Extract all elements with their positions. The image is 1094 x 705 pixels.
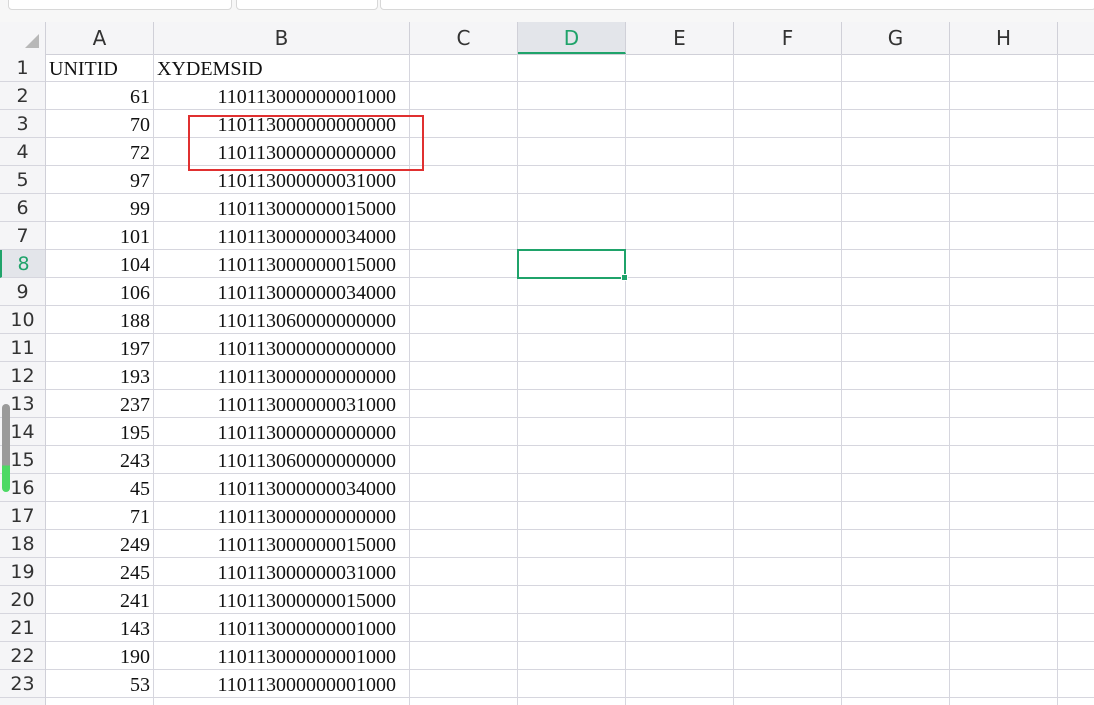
top-toolbar-strip — [0, 0, 1094, 23]
vertical-scrollbar-thumb[interactable] — [2, 404, 10, 492]
row-header-bar: 1 2 3 4 5 6 7 8 9 10 11 12 13 14 15 16 17 18 19 20 21 22 23 — [0, 54, 46, 705]
row-header-7[interactable]: 7 — [0, 222, 45, 250]
cell-b13[interactable]: 110113000000031000 — [154, 390, 400, 418]
row-header-3[interactable]: 3 — [0, 110, 45, 138]
cell-b9[interactable]: 110113000000034000 — [154, 278, 400, 306]
column-header-b[interactable]: B — [154, 22, 410, 54]
cell-a17[interactable]: 71 — [46, 502, 154, 530]
select-all-triangle-icon — [25, 34, 39, 48]
cell-b7[interactable]: 110113000000034000 — [154, 222, 400, 250]
cell-b11[interactable]: 110113000000000000 — [154, 334, 400, 362]
cell-a8[interactable]: 104 — [46, 250, 154, 278]
highlight-annotation-box — [188, 115, 424, 171]
row-header-4[interactable]: 4 — [0, 138, 45, 166]
row-header-20[interactable]: 20 — [0, 586, 45, 614]
row-header-21[interactable]: 21 — [0, 614, 45, 642]
column-header-f[interactable]: F — [734, 22, 842, 54]
cell-b16[interactable]: 110113000000034000 — [154, 474, 400, 502]
cell-a11[interactable]: 197 — [46, 334, 154, 362]
cell-b12[interactable]: 110113000000000000 — [154, 362, 400, 390]
column-gridline — [1057, 54, 1058, 705]
column-header-g[interactable]: G — [842, 22, 950, 54]
row-header-1[interactable]: 1 — [0, 54, 45, 82]
cell-a16[interactable]: 45 — [46, 474, 154, 502]
row-header-18[interactable]: 18 — [0, 530, 45, 558]
row-header-23[interactable]: 23 — [0, 670, 45, 698]
row-header-17[interactable]: 17 — [0, 502, 45, 530]
cell-b19[interactable]: 110113000000031000 — [154, 558, 400, 586]
fill-handle[interactable] — [621, 274, 628, 281]
cell-b21[interactable]: 110113000000001000 — [154, 614, 400, 642]
cell-a23[interactable]: 53 — [46, 670, 154, 698]
cell-a21[interactable]: 143 — [46, 614, 154, 642]
column-header-d[interactable]: D — [518, 22, 626, 54]
cell-a3[interactable]: 70 — [46, 110, 154, 138]
cell-grid[interactable]: UNITID XYDEMSID 61 110113000000001000 70 1101… — [46, 54, 1094, 705]
column-gridline — [733, 54, 734, 705]
cell-a10[interactable]: 188 — [46, 306, 154, 334]
cell-a5[interactable]: 97 — [46, 166, 154, 194]
name-box-fragment[interactable] — [8, 0, 232, 10]
cell-a20[interactable]: 241 — [46, 586, 154, 614]
row-header-12[interactable]: 12 — [0, 362, 45, 390]
cell-a19[interactable]: 245 — [46, 558, 154, 586]
cell-b22[interactable]: 110113000000001000 — [154, 642, 400, 670]
cell-a13[interactable]: 237 — [46, 390, 154, 418]
column-header-a[interactable]: A — [46, 22, 154, 54]
cell-b23[interactable]: 110113000000001000 — [154, 670, 400, 698]
cell-b15[interactable]: 110113060000000000 — [154, 446, 400, 474]
row-header-2[interactable]: 2 — [0, 82, 45, 110]
column-header-c[interactable]: C — [410, 22, 518, 54]
row-header-11[interactable]: 11 — [0, 334, 45, 362]
cell-a6[interactable]: 99 — [46, 194, 154, 222]
column-gridline — [841, 54, 842, 705]
cell-a1[interactable]: UNITID — [46, 54, 154, 82]
column-header-e[interactable]: E — [626, 22, 734, 54]
column-gridline — [517, 54, 518, 705]
cell-a2[interactable]: 61 — [46, 82, 154, 110]
row-header-5[interactable]: 5 — [0, 166, 45, 194]
select-all-corner[interactable] — [0, 22, 46, 54]
active-cell-selection[interactable] — [517, 249, 628, 281]
column-header-bar: ABCDEFGH — [0, 22, 1094, 55]
cell-b8[interactable]: 110113000000015000 — [154, 250, 400, 278]
cell-b10[interactable]: 110113060000000000 — [154, 306, 400, 334]
cell-b20[interactable]: 110113000000015000 — [154, 586, 400, 614]
cell-a4[interactable]: 72 — [46, 138, 154, 166]
row-header-8[interactable]: 8 — [0, 250, 45, 278]
formula-tab-fragment[interactable] — [236, 0, 378, 10]
cell-b14[interactable]: 110113000000000000 — [154, 418, 400, 446]
cell-b1[interactable]: XYDEMSID — [154, 54, 400, 82]
cell-b17[interactable]: 110113000000000000 — [154, 502, 400, 530]
cell-a7[interactable]: 101 — [46, 222, 154, 250]
cell-a14[interactable]: 195 — [46, 418, 154, 446]
column-header-h[interactable]: H — [950, 22, 1058, 54]
cell-a22[interactable]: 190 — [46, 642, 154, 670]
cell-b18[interactable]: 110113000000015000 — [154, 530, 400, 558]
column-gridline — [949, 54, 950, 705]
column-gridline — [625, 54, 626, 705]
row-header-22[interactable]: 22 — [0, 642, 45, 670]
cell-a18[interactable]: 249 — [46, 530, 154, 558]
row-header-9[interactable]: 9 — [0, 278, 45, 306]
row-header-partial[interactable] — [0, 698, 45, 705]
row-header-6[interactable]: 6 — [0, 194, 45, 222]
cell-b6[interactable]: 110113000000015000 — [154, 194, 400, 222]
cell-a15[interactable]: 243 — [46, 446, 154, 474]
spreadsheet-window: ABCDEFGH 1 2 3 4 5 6 7 8 9 10 11 12 13 14 15 16 17 18 19 20… — [0, 0, 1094, 705]
row-header-19[interactable]: 19 — [0, 558, 45, 586]
cell-b2[interactable]: 110113000000001000 — [154, 82, 400, 110]
cell-a12[interactable]: 193 — [46, 362, 154, 390]
formula-bar-fragment[interactable] — [380, 0, 1094, 10]
cell-a9[interactable]: 106 — [46, 278, 154, 306]
row-header-10[interactable]: 10 — [0, 306, 45, 334]
